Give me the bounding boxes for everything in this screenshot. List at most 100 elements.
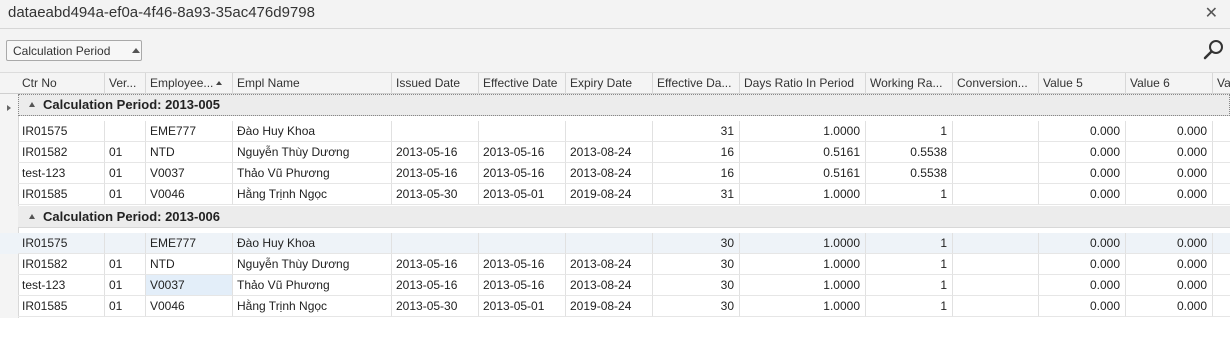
- cell-value-7[interactable]: [1213, 254, 1230, 275]
- table-row[interactable]: IR01575 EME777 Đào Huy Khoa 31 1.0000 1 0.000 0…: [0, 121, 1230, 142]
- table-row[interactable]: test-123 01 V0037 Thảo Vũ Phương 2013-05-16 2…: [0, 275, 1230, 296]
- cell-employee[interactable]: V0037: [146, 163, 233, 184]
- cell-days-ratio[interactable]: 1.0000: [740, 184, 866, 205]
- column-header-issued-date[interactable]: Issued Date: [392, 73, 479, 94]
- cell-employee[interactable]: NTD: [146, 254, 233, 275]
- cell-version[interactable]: 01: [105, 254, 146, 275]
- column-header-effective-days[interactable]: Effective Da...: [653, 73, 740, 94]
- cell-effective-date[interactable]: 2013-05-16: [479, 163, 566, 184]
- cell-value-6[interactable]: 0.000: [1126, 296, 1213, 317]
- column-header-conversion[interactable]: Conversion...: [953, 73, 1039, 94]
- column-header-value-7[interactable]: Va: [1213, 73, 1230, 94]
- cell-effective-date[interactable]: 2013-05-16: [479, 254, 566, 275]
- cell-issued-date[interactable]: [392, 233, 479, 254]
- cell-value-7[interactable]: [1213, 275, 1230, 296]
- cell-effective-date[interactable]: [479, 121, 566, 142]
- table-row[interactable]: IR01575 EME777 Đào Huy Khoa 30 1.0000 1 0.000 0…: [0, 233, 1230, 254]
- search-icon[interactable]: [1203, 38, 1225, 60]
- cell-issued-date[interactable]: 2013-05-16: [392, 163, 479, 184]
- cell-working-ratio[interactable]: 0.5538: [866, 142, 953, 163]
- column-header-days-ratio[interactable]: Days Ratio In Period: [740, 73, 866, 94]
- cell-conversion[interactable]: [953, 296, 1039, 317]
- cell-value-6[interactable]: 0.000: [1126, 163, 1213, 184]
- table-row[interactable]: test-123 01 V0037 Thảo Vũ Phương 2013-05-16 2…: [0, 163, 1230, 184]
- group-by-calculation-period-chip[interactable]: Calculation Period: [6, 40, 142, 61]
- column-header-value-5[interactable]: Value 5: [1039, 73, 1126, 94]
- cell-working-ratio[interactable]: 1: [866, 184, 953, 205]
- cell-expiry-date[interactable]: 2013-08-24: [566, 142, 653, 163]
- cell-expiry-date[interactable]: [566, 121, 653, 142]
- cell-expiry-date[interactable]: 2013-08-24: [566, 163, 653, 184]
- cell-effective-date[interactable]: 2013-05-16: [479, 275, 566, 296]
- collapse-group-icon[interactable]: [29, 214, 35, 219]
- cell-conversion[interactable]: [953, 254, 1039, 275]
- column-header-ctr-no[interactable]: Ctr No: [18, 73, 105, 94]
- cell-issued-date[interactable]: 2013-05-16: [392, 142, 479, 163]
- cell-conversion[interactable]: [953, 163, 1039, 184]
- cell-version[interactable]: 01: [105, 163, 146, 184]
- cell-empl-name[interactable]: Nguyễn Thùy Dương: [233, 254, 392, 275]
- cell-expiry-date[interactable]: [566, 233, 653, 254]
- column-header-effective-date[interactable]: Effective Date: [479, 73, 566, 94]
- cell-value-7[interactable]: [1213, 296, 1230, 317]
- cell-ctr-no[interactable]: test-123: [18, 275, 105, 296]
- cell-value-6[interactable]: 0.000: [1126, 233, 1213, 254]
- cell-effective-days[interactable]: 31: [653, 121, 740, 142]
- cell-effective-date[interactable]: [479, 233, 566, 254]
- cell-employee[interactable]: EME777: [146, 121, 233, 142]
- cell-working-ratio[interactable]: 1: [866, 275, 953, 296]
- column-header-expiry-date[interactable]: Expiry Date: [566, 73, 653, 94]
- table-row[interactable]: IR01585 01 V0046 Hằng Trịnh Ngọc 2013-05-30 2…: [0, 296, 1230, 317]
- cell-value-7[interactable]: [1213, 142, 1230, 163]
- cell-effective-days[interactable]: 16: [653, 163, 740, 184]
- cell-empl-name[interactable]: Thảo Vũ Phương: [233, 275, 392, 296]
- cell-value-7[interactable]: [1213, 163, 1230, 184]
- cell-value-7[interactable]: [1213, 233, 1230, 254]
- cell-days-ratio[interactable]: 1.0000: [740, 296, 866, 317]
- cell-conversion[interactable]: [953, 142, 1039, 163]
- column-header-version[interactable]: Ver...: [105, 73, 146, 94]
- cell-value-6[interactable]: 0.000: [1126, 184, 1213, 205]
- cell-empl-name[interactable]: Đào Huy Khoa: [233, 121, 392, 142]
- cell-working-ratio[interactable]: 1: [866, 296, 953, 317]
- cell-expiry-date[interactable]: 2013-08-24: [566, 254, 653, 275]
- cell-value-7[interactable]: [1213, 121, 1230, 142]
- close-icon[interactable]: ✕: [1205, 3, 1218, 23]
- column-header-working-ratio[interactable]: Working Ra...: [866, 73, 953, 94]
- cell-effective-days[interactable]: 30: [653, 275, 740, 296]
- cell-value-5[interactable]: 0.000: [1039, 142, 1126, 163]
- cell-effective-days[interactable]: 30: [653, 254, 740, 275]
- cell-version[interactable]: 01: [105, 275, 146, 296]
- cell-working-ratio[interactable]: 1: [866, 233, 953, 254]
- cell-empl-name[interactable]: Hằng Trịnh Ngọc: [233, 296, 392, 317]
- cell-issued-date[interactable]: [392, 121, 479, 142]
- cell-expiry-date[interactable]: 2013-08-24: [566, 275, 653, 296]
- cell-effective-days[interactable]: 30: [653, 233, 740, 254]
- cell-working-ratio[interactable]: 1: [866, 121, 953, 142]
- cell-conversion[interactable]: [953, 121, 1039, 142]
- cell-effective-date[interactable]: 2013-05-16: [479, 142, 566, 163]
- cell-ctr-no[interactable]: IR01585: [18, 296, 105, 317]
- table-row[interactable]: IR01582 01 NTD Nguyễn Thùy Dương 2013-05-16 2…: [0, 142, 1230, 163]
- column-header-empl-name[interactable]: Empl Name: [233, 73, 392, 94]
- cell-empl-name[interactable]: Đào Huy Khoa: [233, 233, 392, 254]
- cell-empl-name[interactable]: Hằng Trịnh Ngọc: [233, 184, 392, 205]
- cell-conversion[interactable]: [953, 233, 1039, 254]
- cell-employee[interactable]: V0046: [146, 296, 233, 317]
- cell-effective-days[interactable]: 31: [653, 184, 740, 205]
- cell-empl-name[interactable]: Nguyễn Thùy Dương: [233, 142, 392, 163]
- cell-value-5[interactable]: 0.000: [1039, 296, 1126, 317]
- cell-conversion[interactable]: [953, 184, 1039, 205]
- cell-ctr-no[interactable]: test-123: [18, 163, 105, 184]
- cell-days-ratio[interactable]: 1.0000: [740, 233, 866, 254]
- cell-value-6[interactable]: 0.000: [1126, 275, 1213, 296]
- cell-version[interactable]: [105, 233, 146, 254]
- cell-expiry-date[interactable]: 2019-08-24: [566, 184, 653, 205]
- cell-value-5[interactable]: 0.000: [1039, 254, 1126, 275]
- cell-working-ratio[interactable]: 1: [866, 254, 953, 275]
- cell-days-ratio[interactable]: 1.0000: [740, 121, 866, 142]
- cell-value-5[interactable]: 0.000: [1039, 275, 1126, 296]
- cell-value-5[interactable]: 0.000: [1039, 163, 1126, 184]
- cell-ctr-no[interactable]: IR01582: [18, 142, 105, 163]
- cell-working-ratio[interactable]: 0.5538: [866, 163, 953, 184]
